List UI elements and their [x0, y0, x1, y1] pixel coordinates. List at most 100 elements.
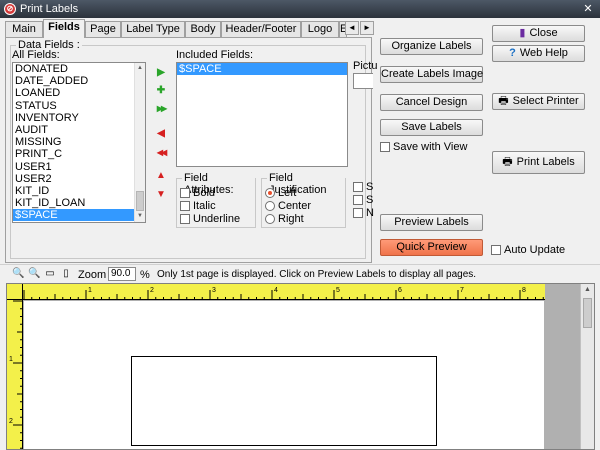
all-fields-item[interactable]: DONATED — [13, 63, 145, 75]
all-fields-item[interactable]: STATUS — [13, 100, 145, 112]
web-help-button[interactable]: ? Web Help — [492, 45, 585, 62]
printer-icon: 🖶 — [502, 156, 513, 168]
move-up-icon[interactable]: ▲ — [153, 168, 169, 184]
all-fields-item[interactable]: USER1 — [13, 161, 145, 173]
side-checkbox-3[interactable]: N — [353, 207, 374, 219]
all-fields-scrollbar[interactable]: ▲ ▼ — [134, 63, 145, 222]
all-fields-item[interactable]: $SPACE — [13, 209, 145, 222]
all-fields-item[interactable]: USER2 — [13, 173, 145, 185]
all-fields-label: All Fields: — [12, 49, 60, 61]
all-fields-item[interactable]: KIT_ID_LOAN — [13, 197, 145, 209]
fit-width-icon[interactable]: ▭ — [44, 268, 56, 280]
add-field-plus-icon[interactable]: ✚ — [153, 83, 169, 99]
ruler-number: 8 — [522, 287, 526, 294]
add-all-fields-icon[interactable]: ▶▶ — [153, 101, 169, 117]
add-field-icon[interactable]: ▶ — [153, 65, 169, 81]
included-fields-label: Included Fields: — [176, 49, 254, 61]
label-outline[interactable] — [131, 356, 437, 446]
picture-field[interactable] — [353, 73, 373, 89]
ruler-number: 7 — [460, 287, 464, 294]
scroll-thumb[interactable] — [136, 191, 144, 211]
all-fields-list[interactable]: DONATED DATE_ADDED LOANED STATUS INVENTORY AU… — [12, 62, 146, 223]
cancel-design-button[interactable]: Cancel Design — [380, 94, 483, 111]
side-checkbox-2[interactable]: S — [353, 194, 373, 206]
ruler-number: 1 — [9, 356, 13, 363]
app-icon: ⊘ — [4, 3, 16, 15]
print-labels-button[interactable]: 🖶 Print Labels — [492, 151, 585, 174]
tab-strip: Main Fields Page Label Type Body Header/… — [5, 19, 375, 38]
ruler-number: 3 — [212, 287, 216, 294]
remove-all-fields-icon[interactable]: ◀◀ — [153, 145, 169, 161]
tab-body[interactable]: Body — [185, 21, 221, 38]
exit-door-icon: ▮ — [519, 27, 526, 39]
zoom-in-icon[interactable]: 🔍 — [12, 268, 24, 280]
zoom-label: Zoom — [78, 269, 107, 281]
tab-header-footer[interactable]: Header/Footer — [221, 21, 301, 38]
all-fields-item[interactable]: AUDIT — [13, 124, 145, 136]
all-fields-item[interactable]: MISSING — [13, 136, 145, 148]
preview-labels-button[interactable]: Preview Labels — [380, 214, 483, 231]
ruler-number: 2 — [150, 287, 154, 294]
create-labels-image-button[interactable]: Create Labels Image — [380, 66, 483, 83]
ruler-number: 6 — [398, 287, 402, 294]
fit-page-icon[interactable]: ▯ — [60, 268, 72, 280]
zoom-input[interactable]: 90.0 — [108, 267, 136, 281]
preview-hint-text: Only 1st page is displayed. Click on Pre… — [157, 269, 477, 280]
all-fields-item[interactable]: DATE_ADDED — [13, 75, 145, 87]
justify-right-radio[interactable]: Right — [265, 213, 304, 225]
select-printer-button[interactable]: 🖶 Select Printer — [492, 93, 585, 110]
scroll-thumb[interactable] — [583, 298, 592, 328]
included-fields-list[interactable]: $SPACE — [176, 62, 348, 167]
scroll-down-icon[interactable]: ▼ — [135, 211, 145, 222]
window-close-icon[interactable]: ✕ — [580, 2, 596, 16]
horizontal-ruler: 1 2 3 4 5 6 7 8 — [7, 284, 545, 300]
underline-checkbox[interactable]: Underline — [180, 213, 240, 225]
printer-icon: 🖶 — [498, 95, 509, 107]
included-field-item[interactable]: $SPACE — [177, 63, 347, 76]
window-title: Print Labels — [20, 3, 79, 15]
help-icon: ? — [509, 47, 516, 59]
vertical-ruler-ticks: 12 — [9, 300, 22, 449]
all-fields-item[interactable]: KIT_ID — [13, 185, 145, 197]
label-preview-canvas[interactable]: 12345678 12 ▲ — [6, 283, 595, 450]
ruler-number: 5 — [336, 287, 340, 294]
ruler-number: 4 — [274, 287, 278, 294]
all-fields-item[interactable]: INVENTORY — [13, 112, 145, 124]
preview-toolbar: 🔍 🔍 ▭ ▯ Zoom 90.0 % Only 1st page is dis… — [0, 264, 600, 283]
tab-label-type[interactable]: Label Type — [121, 21, 185, 38]
ruler-corner — [7, 284, 23, 300]
tab-logo[interactable]: Logo — [301, 21, 339, 38]
picture-label: Pictu — [353, 60, 378, 72]
tab-page[interactable]: Page — [85, 21, 121, 38]
bold-checkbox[interactable]: Bold — [180, 187, 215, 199]
side-checkbox-1[interactable]: S — [353, 181, 373, 193]
auto-update-checkbox[interactable]: Auto Update — [491, 244, 565, 256]
justify-center-radio[interactable]: Center — [265, 200, 311, 212]
zoom-out-icon[interactable]: 🔍 — [28, 268, 40, 280]
tab-main[interactable]: Main — [5, 21, 43, 38]
close-button[interactable]: ▮ Close — [492, 25, 585, 42]
quick-preview-button[interactable]: Quick Preview — [380, 239, 483, 256]
ruler-number: 1 — [88, 287, 92, 294]
remove-field-icon[interactable]: ◀ — [153, 126, 169, 142]
all-fields-items: DONATED DATE_ADDED LOANED STATUS INVENTORY AU… — [13, 63, 145, 222]
save-labels-button[interactable]: Save Labels — [380, 119, 483, 136]
move-down-icon[interactable]: ▼ — [153, 187, 169, 203]
tab-scroll-right-icon[interactable]: ► — [360, 21, 374, 35]
scroll-up-icon[interactable]: ▲ — [135, 63, 145, 74]
all-fields-item[interactable]: PRINT_C — [13, 148, 145, 160]
ruler-number: 2 — [9, 418, 13, 425]
save-with-view-checkbox[interactable]: Save with View — [380, 141, 467, 153]
tab-scroll-left-icon[interactable]: ◄ — [345, 21, 359, 35]
italic-checkbox[interactable]: Italic — [180, 200, 216, 212]
scroll-up-icon[interactable]: ▲ — [581, 284, 594, 296]
justify-left-radio[interactable]: Left — [265, 187, 296, 199]
tab-fields[interactable]: Fields — [43, 19, 85, 38]
preview-scrollbar[interactable]: ▲ — [580, 284, 594, 449]
fields-panel: Data Fields : All Fields: DONATED DATE_AD… — [5, 37, 377, 263]
organize-labels-button[interactable]: Organize Labels — [380, 38, 483, 55]
vertical-ruler: 12 — [7, 300, 23, 449]
zoom-percent-label: % — [140, 269, 150, 281]
horizontal-ruler-ticks: 1 2 3 4 5 6 7 8 — [23, 287, 544, 299]
all-fields-item[interactable]: LOANED — [13, 87, 145, 99]
